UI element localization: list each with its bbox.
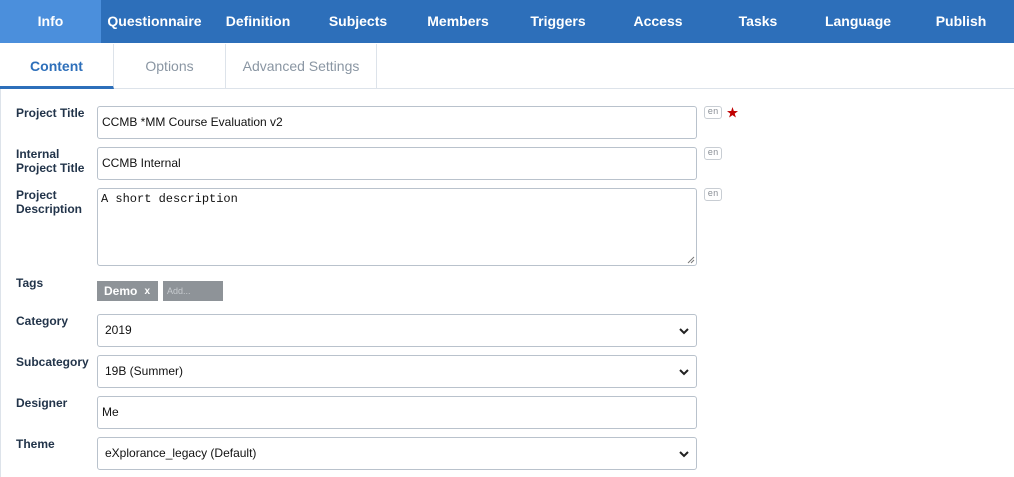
nav-tab-publish[interactable]: Publish	[908, 0, 1014, 43]
nav-tab-definition[interactable]: Definition	[208, 0, 308, 43]
description-language-badge[interactable]: en	[704, 188, 722, 201]
tags-label: Tags	[16, 276, 44, 290]
internal-title-input[interactable]: CCMB Internal	[97, 147, 697, 180]
internal-title-label: Internal Project Title	[16, 147, 85, 175]
chevron-down-icon	[679, 451, 689, 458]
theme-selected-value: eXplorance_legacy (Default)	[105, 446, 257, 460]
nav-tab-language[interactable]: Language	[808, 0, 908, 43]
top-navigation: Info Questionnaire Definition Subjects M…	[0, 0, 1014, 43]
tab-advanced-settings[interactable]: Advanced Settings	[226, 44, 377, 89]
content-border	[0, 89, 1, 477]
nav-tab-members[interactable]: Members	[408, 0, 508, 43]
sub-tab-bar: Content Options Advanced Settings	[0, 44, 1014, 89]
subcategory-select[interactable]: 19B (Summer)	[97, 355, 697, 388]
theme-label: Theme	[16, 437, 55, 451]
subcategory-label: Subcategory	[16, 355, 89, 369]
tag-chip: Demo x	[97, 281, 158, 301]
project-title-input[interactable]: CCMB *MM Course Evaluation v2	[97, 106, 697, 139]
project-title-label: Project Title	[16, 106, 85, 120]
nav-tab-triggers[interactable]: Triggers	[508, 0, 608, 43]
tab-options[interactable]: Options	[114, 44, 226, 89]
nav-tab-info[interactable]: Info	[0, 0, 101, 43]
resize-handle-icon[interactable]	[687, 256, 695, 264]
nav-tab-access[interactable]: Access	[608, 0, 708, 43]
theme-select[interactable]: eXplorance_legacy (Default)	[97, 437, 697, 470]
subcategory-selected-value: 19B (Summer)	[105, 364, 184, 378]
internal-title-language-badge[interactable]: en	[704, 147, 722, 160]
nav-tab-questionnaire[interactable]: Questionnaire	[101, 0, 208, 43]
remove-tag-icon[interactable]: x	[144, 282, 150, 302]
description-textarea[interactable]: A short description	[97, 188, 697, 266]
description-label: Project Description	[16, 188, 83, 216]
category-select[interactable]: 2019	[97, 314, 697, 347]
tag-chip-label: Demo	[104, 284, 138, 298]
designer-label: Designer	[16, 396, 68, 410]
category-label: Category	[16, 314, 69, 328]
nav-tab-tasks[interactable]: Tasks	[708, 0, 808, 43]
category-selected-value: 2019	[105, 323, 132, 337]
tab-content[interactable]: Content	[0, 44, 114, 89]
add-tag-input[interactable]: Add...	[163, 281, 223, 301]
chevron-down-icon	[679, 369, 689, 376]
description-text: A short description	[101, 192, 238, 206]
project-title-language-badge[interactable]: en	[704, 106, 722, 119]
designer-input[interactable]: Me	[97, 396, 697, 429]
required-star-icon	[727, 107, 738, 118]
chevron-down-icon	[679, 328, 689, 335]
nav-tab-subjects[interactable]: Subjects	[308, 0, 408, 43]
